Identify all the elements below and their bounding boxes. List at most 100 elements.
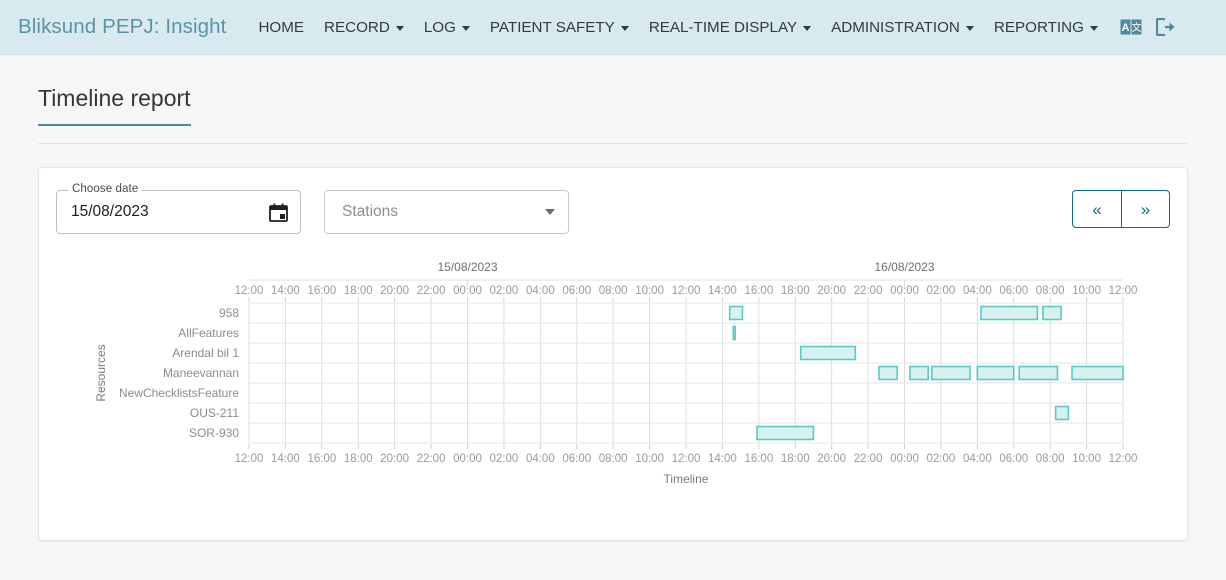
- x-tick-label-top: 12:00: [1109, 285, 1138, 297]
- timeline-chart: 15/08/2023 16/08/2023 12:00 12:00 14:00 14:00…: [39, 256, 1163, 524]
- x-tick-label-bottom: 08:00: [599, 453, 628, 465]
- x-tick-label-bottom: 10:00: [635, 453, 664, 465]
- x-tick-label-bottom: 06:00: [999, 453, 1028, 465]
- x-tick-label-top: 20:00: [817, 285, 846, 297]
- timeline-bar[interactable]: [728, 305, 744, 321]
- x-tick-label-top: 18:00: [344, 285, 373, 297]
- nav-item-label: PATIENT SAFETY: [489, 18, 615, 36]
- timeline-bar[interactable]: [756, 425, 815, 441]
- timeline-chart-svg: 15/08/2023 16/08/2023 12:00 12:00 14:00 14:00…: [94, 260, 1138, 486]
- nav-item-label: LOG: [423, 18, 456, 36]
- x-tick-label-bottom: 22:00: [417, 453, 446, 465]
- x-tick-label-top: 06:00: [999, 285, 1028, 297]
- x-tick-label-bottom: 20:00: [817, 453, 846, 465]
- logout-icon[interactable]: [1155, 18, 1176, 36]
- timeline-bar[interactable]: [1042, 305, 1062, 321]
- x-tick-label-bottom: 10:00: [1072, 453, 1101, 465]
- nav-item-label: HOME: [258, 18, 305, 36]
- resource-row-label: Maneevannan: [163, 366, 239, 380]
- x-tick-label-bottom: 06:00: [562, 453, 591, 465]
- chevron-down-icon: [803, 25, 812, 31]
- x-tick-label-bottom: 12:00: [672, 453, 701, 465]
- x-tick-label-top: 16:00: [744, 285, 773, 297]
- period-nav-group: « »: [1072, 190, 1170, 228]
- nav-item-administration[interactable]: ADMINISTRATION: [821, 13, 984, 42]
- x-tick-label-bottom: 02:00: [490, 453, 519, 465]
- timeline-bar[interactable]: [878, 365, 899, 381]
- stations-placeholder: Stations: [342, 203, 399, 220]
- stations-select[interactable]: Stations: [324, 190, 569, 234]
- nav-item-reporting[interactable]: REPORTING: [984, 13, 1108, 42]
- x-tick-label-top: 06:00: [562, 285, 591, 297]
- nav-item-record[interactable]: RECORD: [314, 13, 414, 42]
- page-body: Timeline report Choose date 15/08/2023 S…: [0, 55, 1226, 541]
- x-tick-label-top: 02:00: [927, 285, 956, 297]
- chevron-down-icon: [545, 209, 555, 215]
- x-tick-label-top: 08:00: [599, 285, 628, 297]
- x-tick-label-top: 16:00: [307, 285, 336, 297]
- x-tick-label-bottom: 22:00: [854, 453, 883, 465]
- x-tick-label-bottom: 08:00: [1036, 453, 1065, 465]
- resource-row-label: OUS-211: [190, 406, 239, 420]
- x-tick-label-top: 10:00: [1072, 285, 1101, 297]
- choose-date-label: Choose date: [68, 183, 143, 195]
- timeline-bar[interactable]: [799, 345, 857, 361]
- previous-period-button[interactable]: «: [1072, 190, 1121, 228]
- nav-item-home[interactable]: HOME: [248, 13, 314, 42]
- timeline-bar[interactable]: [976, 365, 1015, 381]
- calendar-icon[interactable]: [269, 203, 288, 222]
- x-tick-label-bottom: 02:00: [927, 453, 956, 465]
- x-tick-label-bottom: 16:00: [307, 453, 336, 465]
- x-tick-label-top: 08:00: [1036, 285, 1065, 297]
- nav-item-log[interactable]: LOG: [414, 13, 480, 42]
- x-tick-label-bottom: 18:00: [781, 453, 810, 465]
- x-tick-label-bottom: 12:00: [1109, 453, 1138, 465]
- x-tick-label-top: 14:00: [708, 285, 737, 297]
- next-period-button[interactable]: »: [1121, 190, 1170, 228]
- x-tick-label-top: 12:00: [672, 285, 701, 297]
- timeline-bar[interactable]: [909, 365, 929, 381]
- timeline-bar[interactable]: [1071, 365, 1124, 381]
- svg-text:文: 文: [1131, 21, 1141, 34]
- timeline-bar[interactable]: [1018, 365, 1059, 381]
- nav-item-label: RECORD: [324, 18, 390, 36]
- x-tick-label-bottom: 14:00: [708, 453, 737, 465]
- x-tick-label-top: 10:00: [635, 285, 664, 297]
- resource-row-label: AllFeatures: [178, 326, 239, 340]
- page-title: Timeline report: [38, 85, 191, 126]
- nav-item-label: REPORTING: [993, 18, 1084, 36]
- brand-logo[interactable]: Bliksund PEPJ: Insight: [18, 15, 226, 39]
- chevron-down-icon: [461, 25, 470, 31]
- timeline-bar[interactable]: [931, 365, 971, 381]
- date-input-value[interactable]: 15/08/2023: [71, 203, 269, 221]
- resource-row-label: Arendal bil 1: [172, 346, 239, 360]
- timeline-bar[interactable]: [732, 325, 736, 341]
- x-tick-label-bottom: 00:00: [890, 453, 919, 465]
- x-tick-label-top: 22:00: [854, 285, 883, 297]
- timeline-bar[interactable]: [1054, 405, 1070, 421]
- page-header: Timeline report: [38, 55, 1188, 144]
- nav-item-patient-safety[interactable]: PATIENT SAFETY: [480, 13, 639, 42]
- nav-item-real-time-display[interactable]: REAL-TIME DISPLAY: [639, 13, 821, 42]
- x-tick-label-bottom: 14:00: [271, 453, 300, 465]
- choose-date-field[interactable]: Choose date 15/08/2023: [56, 183, 301, 234]
- day-header-label: 15/08/2023: [437, 260, 497, 274]
- x-tick-label-top: 22:00: [417, 285, 446, 297]
- resource-row-label: NewChecklistsFeature: [119, 386, 239, 400]
- x-tick-label-top: 04:00: [526, 285, 555, 297]
- x-tick-label-top: 00:00: [890, 285, 919, 297]
- x-tick-label-top: 14:00: [271, 285, 300, 297]
- nav-item-label: REAL-TIME DISPLAY: [648, 18, 798, 36]
- x-tick-label-top: 20:00: [380, 285, 409, 297]
- y-axis-title: Resources: [94, 344, 108, 401]
- x-tick-label-top: 02:00: [490, 285, 519, 297]
- x-tick-label-bottom: 18:00: [344, 453, 373, 465]
- svg-text:A: A: [1121, 22, 1129, 34]
- navbar-icon-group: A 文: [1120, 18, 1176, 36]
- x-tick-label-top: 04:00: [963, 285, 992, 297]
- filters-toolbar: Choose date 15/08/2023 Stations « »: [39, 168, 1187, 234]
- x-axis-title: Timeline: [664, 472, 709, 486]
- timeline-bar[interactable]: [980, 305, 1039, 321]
- translate-icon[interactable]: A 文: [1120, 19, 1142, 35]
- x-tick-label-top: 18:00: [781, 285, 810, 297]
